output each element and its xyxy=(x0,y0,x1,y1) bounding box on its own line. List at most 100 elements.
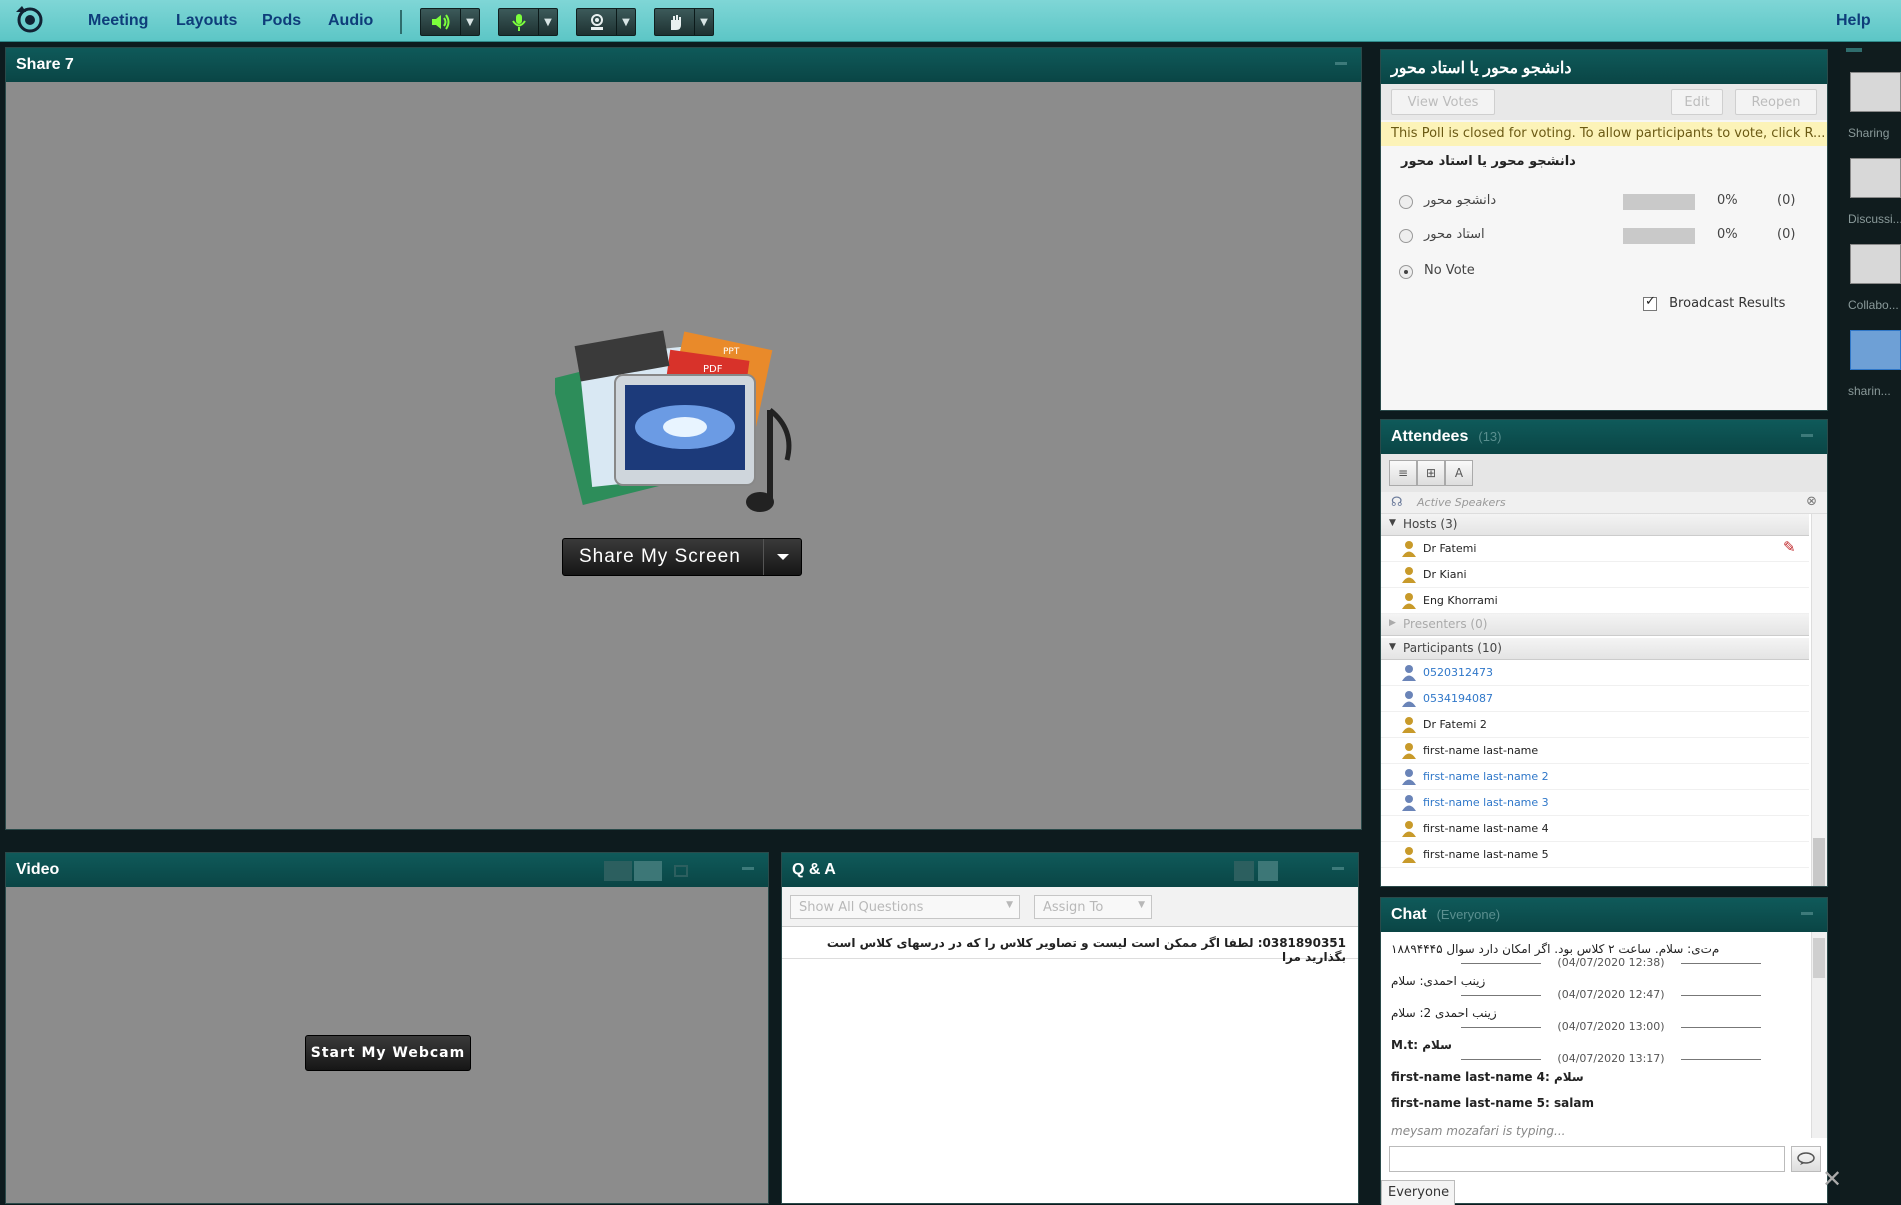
raise-hand-icon[interactable] xyxy=(655,9,695,35)
chat-scrollbar-thumb[interactable] xyxy=(1813,938,1825,978)
poll-question: دانشجو محور یا استاد محور xyxy=(1401,154,1576,169)
qa-pod-header: Q & A xyxy=(782,853,1358,887)
menu-layouts[interactable]: Layouts xyxy=(176,12,237,30)
qa-question-row[interactable]: 0381890351: لطفا اگر ممکن است لیست و تصا… xyxy=(782,927,1358,964)
qa-settings-icon[interactable] xyxy=(1234,861,1254,881)
attendee-row[interactable]: Dr Kiani xyxy=(1381,562,1809,588)
attendee-row[interactable]: Dr Fatemi ✎ xyxy=(1381,536,1809,562)
layout-thumb-collaboration[interactable] xyxy=(1850,244,1901,284)
typing-indicator: meysam mozafari is typing... xyxy=(1391,1124,1566,1138)
radio-button[interactable] xyxy=(1399,229,1413,243)
speech-bubble-icon xyxy=(1797,1152,1815,1165)
broadcast-results-checkbox[interactable]: Broadcast Results xyxy=(1643,294,1786,311)
attendee-row[interactable]: first-name last-name xyxy=(1381,738,1809,764)
edit-button[interactable]: Edit xyxy=(1671,89,1723,115)
status-control[interactable]: ▼ xyxy=(654,8,714,36)
attendee-name: first-name last-name 2 xyxy=(1423,770,1549,783)
layout-thumb-sharing-active[interactable] xyxy=(1850,330,1901,370)
microphone-dropdown-icon[interactable]: ▼ xyxy=(539,9,557,35)
chevron-down-icon[interactable] xyxy=(763,539,801,575)
start-my-webcam-button[interactable]: Start My Webcam xyxy=(305,1035,471,1071)
qa-pod-title: Q & A xyxy=(792,861,836,878)
participants-group[interactable]: ▼ Participants (10) xyxy=(1381,638,1809,660)
menu-audio[interactable]: Audio xyxy=(328,12,373,30)
chat-tab-everyone[interactable]: Everyone xyxy=(1381,1180,1455,1205)
radio-button[interactable] xyxy=(1399,265,1413,279)
attendee-row[interactable]: first-name last-name 4 xyxy=(1381,816,1809,842)
qa-assign-select[interactable]: Assign To ▼ xyxy=(1034,895,1152,919)
chat-timestamp: (04/07/2020 12:47) xyxy=(1461,988,1761,1002)
view-votes-button[interactable]: View Votes xyxy=(1391,89,1495,115)
checkbox-icon[interactable] xyxy=(1643,294,1657,311)
breakout-view-icon[interactable]: ⊞ xyxy=(1417,460,1445,486)
attendees-toolbar: ≡ ⊞ A xyxy=(1381,454,1827,492)
webcam-icon[interactable] xyxy=(577,9,617,35)
close-icon[interactable]: ⊗ xyxy=(1806,494,1817,509)
radio-button[interactable] xyxy=(1399,195,1413,209)
attendee-name: Eng Khorrami xyxy=(1423,594,1498,607)
video-pod-header: Video xyxy=(6,853,768,887)
poll-option-label: استاد محور xyxy=(1424,227,1485,242)
speaker-control[interactable]: ▼ xyxy=(420,8,480,36)
qa-filter-select[interactable]: Show All Questions ▼ xyxy=(790,895,1020,919)
status-dropdown-icon[interactable]: ▼ xyxy=(695,9,713,35)
layout-thumb-discussion[interactable] xyxy=(1850,158,1901,198)
pod-menu-icon[interactable] xyxy=(1801,434,1813,437)
qa-assign-label: Assign To xyxy=(1043,900,1104,915)
layout-thumb-sharing[interactable] xyxy=(1850,72,1901,112)
pod-menu-icon[interactable] xyxy=(1335,62,1347,65)
pod-menu-icon[interactable] xyxy=(1332,867,1344,870)
list-view-icon[interactable]: ≡ xyxy=(1389,460,1417,486)
participant-avatar-icon xyxy=(1402,743,1416,759)
menu-meeting[interactable]: Meeting xyxy=(88,12,148,30)
attendee-row[interactable]: first-name last-name 5 xyxy=(1381,842,1809,868)
attendee-row[interactable]: 0520312473 xyxy=(1381,660,1809,686)
hosts-group[interactable]: ▼ Hosts (3) xyxy=(1381,514,1809,536)
attendee-row[interactable]: Dr Fatemi 2 xyxy=(1381,712,1809,738)
send-message-button[interactable] xyxy=(1791,1146,1821,1172)
tools-icon[interactable]: ✕ xyxy=(1822,1165,1842,1193)
attendee-row[interactable]: first-name last-name 3 xyxy=(1381,790,1809,816)
chat-message: M.t: سلام xyxy=(1391,1038,1452,1052)
microphone-icon[interactable] xyxy=(499,9,539,35)
poll-option-no-vote[interactable]: No Vote xyxy=(1399,260,1819,284)
chat-pod: Chat (Everyone) م‌ت‌ی: سلام. ساعت ۲ کلاس … xyxy=(1380,897,1828,1205)
menu-help[interactable]: Help xyxy=(1836,12,1871,30)
fullscreen-icon[interactable] xyxy=(674,865,688,877)
share-pod-title: Share 7 xyxy=(16,56,74,73)
speaker-icon[interactable] xyxy=(421,9,461,35)
share-my-screen-label: Share My Screen xyxy=(579,546,741,567)
attendee-row[interactable]: Eng Khorrami xyxy=(1381,588,1809,614)
presenters-group[interactable]: ▶ Presenters (0) xyxy=(1381,614,1809,636)
microphone-control[interactable]: ▼ xyxy=(498,8,558,36)
rail-menu-icon[interactable] xyxy=(1846,48,1862,52)
chat-scope: (Everyone) xyxy=(1436,907,1501,922)
share-my-screen-button[interactable]: Share My Screen xyxy=(562,538,802,576)
qa-filter-label: Show All Questions xyxy=(799,900,924,915)
video-pod-title: Video xyxy=(16,861,60,878)
broadcast-results-label: Broadcast Results xyxy=(1669,296,1786,311)
attendees-scrollbar-thumb[interactable] xyxy=(1813,838,1825,886)
poll-option[interactable]: استاد محور 0% (0) xyxy=(1399,224,1819,248)
participant-avatar-icon xyxy=(1402,795,1416,811)
chat-input[interactable] xyxy=(1389,1146,1785,1172)
poll-option[interactable]: دانشجو محور 0% (0) xyxy=(1399,190,1819,214)
chevron-down-icon: ▼ xyxy=(1138,900,1145,910)
chat-timestamp: (04/07/2020 13:17) xyxy=(1461,1052,1761,1066)
reopen-button[interactable]: Reopen xyxy=(1735,89,1817,115)
webcam-control[interactable]: ▼ xyxy=(576,8,636,36)
attendee-row[interactable]: first-name last-name 2 xyxy=(1381,764,1809,790)
filmstrip-view-icon[interactable] xyxy=(634,861,662,881)
qa-view-icon[interactable] xyxy=(1258,861,1278,881)
attendees-scrollbar[interactable] xyxy=(1811,514,1827,886)
attendee-name: Dr Kiani xyxy=(1423,568,1467,581)
attendee-row[interactable]: 0534194087 xyxy=(1381,686,1809,712)
grid-view-icon[interactable] xyxy=(604,861,632,881)
pod-menu-icon[interactable] xyxy=(1801,912,1813,915)
sort-view-icon[interactable]: A xyxy=(1445,460,1473,486)
chat-messages: م‌ت‌ی: سلام. ساعت ۲ کلاس بود. اگر امکان … xyxy=(1381,932,1811,1138)
menu-pods[interactable]: Pods xyxy=(262,12,301,30)
speaker-dropdown-icon[interactable]: ▼ xyxy=(461,9,479,35)
pod-menu-icon[interactable] xyxy=(742,867,754,870)
webcam-dropdown-icon[interactable]: ▼ xyxy=(617,9,635,35)
